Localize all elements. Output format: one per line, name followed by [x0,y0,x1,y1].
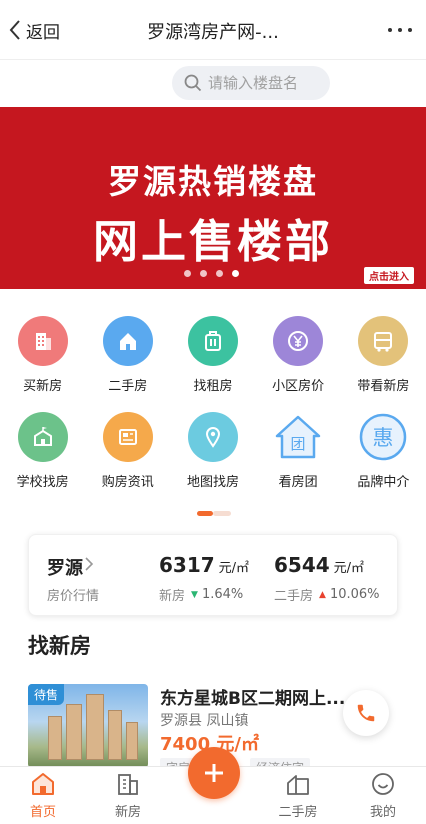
section-title: 找新房 [28,634,91,658]
suitcase-icon [187,316,238,366]
banner-headline: 罗源热销楼盘 [108,162,318,201]
grid-page-active[interactable] [197,511,213,516]
more-menu-icon[interactable] [388,20,412,40]
second-hand-unit: 元/㎡ [333,561,365,576]
add-button[interactable] [188,747,240,799]
building-icon [118,774,138,795]
new-house-value: 6317 [159,553,215,577]
yen-coin-icon [273,316,324,366]
city-name: 罗源 [47,558,83,579]
house-icon [102,316,153,366]
tab-home[interactable]: 首页 [8,771,78,820]
plus-icon [205,764,223,782]
grid-label: 带看新房 [357,379,410,394]
map-pin-icon [187,412,238,462]
trend-down-icon: ▼ [191,589,198,600]
grid-label: 找租房 [193,379,233,394]
tab-label: 我的 [369,805,396,820]
grid-item-tour[interactable]: 带看新房 [341,316,426,412]
price-summary-card[interactable]: 罗源 房价行情 6317 元/㎡ 新房 ▼ 1.64% 6544 元/㎡ 二手房 ▲… [28,534,398,616]
tab-label: 首页 [29,805,56,820]
banner-dot-active[interactable] [232,270,239,277]
grid-label: 小区房价 [272,379,325,394]
grid-pagination [197,511,231,516]
grid-label: 二手房 [108,379,148,394]
second-hand-price: 6544 元/㎡ 二手房 ▲ 10.06% [274,553,380,604]
listing-image: 待售 [28,684,148,768]
back-label: 返回 [26,22,60,43]
listing-name: 东方星城B区二期网上... [160,689,346,709]
promo-banner[interactable]: 罗源热销楼盘 网上售楼部 点击进入 [0,107,426,289]
grid-label: 品牌中介 [357,475,410,490]
house-icon [287,775,309,795]
second-hand-change: 10.06% [329,587,380,602]
grid-item-community-price[interactable]: 小区房价 [256,316,341,412]
group-house-icon: 团 [273,412,323,462]
new-house-unit: 元/㎡ [218,561,250,576]
call-button[interactable] [343,690,389,736]
tab-mine[interactable]: 我的 [348,771,418,820]
grid-item-school[interactable]: 学校找房 [0,412,85,508]
building-icon [17,316,68,366]
home-icon [32,773,54,795]
school-icon [17,412,68,462]
listing-location: 罗源县 凤山镇 [160,713,249,729]
grid-page[interactable] [213,511,231,516]
chevron-right-icon [85,557,94,571]
tab-new-house[interactable]: 新房 [93,771,163,820]
grid-label: 买新房 [23,379,63,394]
banner-dot[interactable] [216,270,223,277]
new-house-label: 新房 [159,589,186,604]
banner-dot[interactable] [200,270,207,277]
page-title: 罗源湾房产网-... [147,22,279,43]
smile-icon [372,773,394,795]
grid-item-tour-group[interactable]: 团 看房团 [256,412,341,508]
tab-label: 二手房 [278,805,318,820]
banner-pagination [184,270,239,277]
bottom-nav: 首页 新房 二手房 我的 [0,747,426,824]
grid-item-rent[interactable]: 找租房 [170,316,255,412]
new-house-change: 1.64% [201,587,244,602]
banner-title: 网上售楼部 [92,215,333,268]
banner-dot[interactable] [184,270,191,277]
trend-up-icon: ▲ [319,589,326,600]
grid-item-buy-new[interactable]: 买新房 [0,316,85,412]
hui-badge-icon: 惠 [358,412,408,462]
top-nav-bar: 返回 罗源湾房产网-... [0,0,426,60]
tab-label: 新房 [114,805,141,820]
banner-enter-button[interactable]: 点击进入 [364,267,414,284]
svg-text:团: 团 [291,435,306,453]
grid-label: 看房团 [278,475,318,490]
search-box[interactable] [172,66,330,100]
category-grid: 买新房 二手房 找租房 小区房价 带看新房 学校找房 购房资讯 地图找房 团 看… [0,316,426,508]
search-input[interactable] [208,74,318,92]
back-button[interactable]: 返回 [8,18,60,43]
grid-item-brand-agency[interactable]: 惠 品牌中介 [341,412,426,508]
phone-icon [357,704,375,722]
grid-label: 学校找房 [16,475,69,490]
new-house-price: 6317 元/㎡ 新房 ▼ 1.64% [159,553,249,604]
grid-label: 地图找房 [186,475,239,490]
grid-item-map[interactable]: 地图找房 [170,412,255,508]
svg-text:惠: 惠 [373,426,394,450]
status-badge: 待售 [28,684,65,705]
news-icon [102,412,153,462]
second-hand-value: 6544 [274,553,330,577]
price-trend-label: 房价行情 [47,589,100,604]
search-icon [184,74,202,92]
bus-icon [358,316,409,366]
grid-item-second-hand[interactable]: 二手房 [85,316,170,412]
second-hand-label: 二手房 [274,589,314,604]
tab-second-hand[interactable]: 二手房 [263,771,333,820]
grid-label: 购房资讯 [101,475,154,490]
grid-item-news[interactable]: 购房资讯 [85,412,170,508]
chevron-left-icon [9,20,20,40]
